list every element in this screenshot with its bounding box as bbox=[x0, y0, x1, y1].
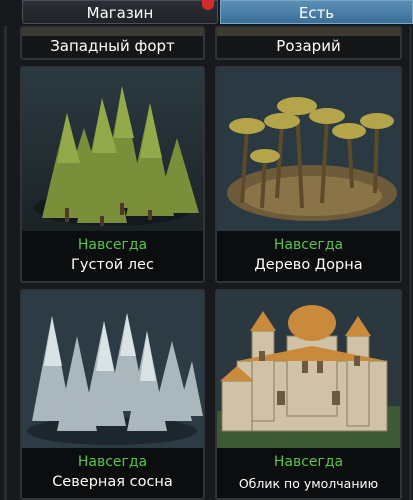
ownership-status: Навсегда bbox=[273, 237, 344, 253]
skin-card-dorne-tree[interactable]: Навсегда Дерево Дорна bbox=[215, 66, 402, 283]
ownership-status: Навсегда bbox=[77, 454, 148, 470]
palm-tree-icon bbox=[217, 68, 400, 233]
card-name: Облик по умолчанию bbox=[238, 476, 379, 491]
ownership-status: Навсегда bbox=[273, 454, 344, 470]
dense-forest-icon bbox=[22, 68, 203, 233]
skin-card-western-fort[interactable]: Западный форт bbox=[20, 26, 205, 60]
ownership-status: Навсегда bbox=[77, 237, 148, 253]
tab-shop[interactable]: Магазин bbox=[22, 0, 218, 24]
card-name: Северная сосна bbox=[52, 474, 173, 490]
tab-owned[interactable]: Есть bbox=[220, 0, 413, 24]
castle-icon bbox=[217, 291, 400, 452]
card-caption: Навсегда Северная сосна bbox=[22, 448, 203, 498]
card-caption: Навсегда Густой лес bbox=[22, 231, 203, 281]
skin-card-northern-pine[interactable]: Навсегда Северная сосна bbox=[20, 289, 205, 500]
card-name: Розарий bbox=[276, 37, 341, 55]
snowy-pine-icon bbox=[22, 291, 203, 452]
card-name: Густой лес bbox=[71, 257, 154, 273]
skin-card-dense-forest[interactable]: Навсегда Густой лес bbox=[20, 66, 205, 283]
card-art-rosary bbox=[217, 28, 400, 36]
card-name: Западный форт bbox=[50, 37, 175, 55]
skin-card-default-look[interactable]: Навсегда Облик по умолчанию bbox=[215, 289, 402, 500]
card-art-western-fort bbox=[22, 28, 203, 36]
left-frame-line bbox=[4, 26, 7, 500]
card-name: Дерево Дорна bbox=[254, 257, 363, 273]
card-caption: Навсегда Дерево Дорна bbox=[217, 231, 400, 281]
right-frame-line bbox=[409, 26, 412, 500]
card-caption: Навсегда Облик по умолчанию bbox=[217, 448, 400, 498]
tab-bar: Магазин Есть bbox=[0, 0, 413, 26]
skin-card-rosary[interactable]: Розарий bbox=[215, 26, 402, 60]
